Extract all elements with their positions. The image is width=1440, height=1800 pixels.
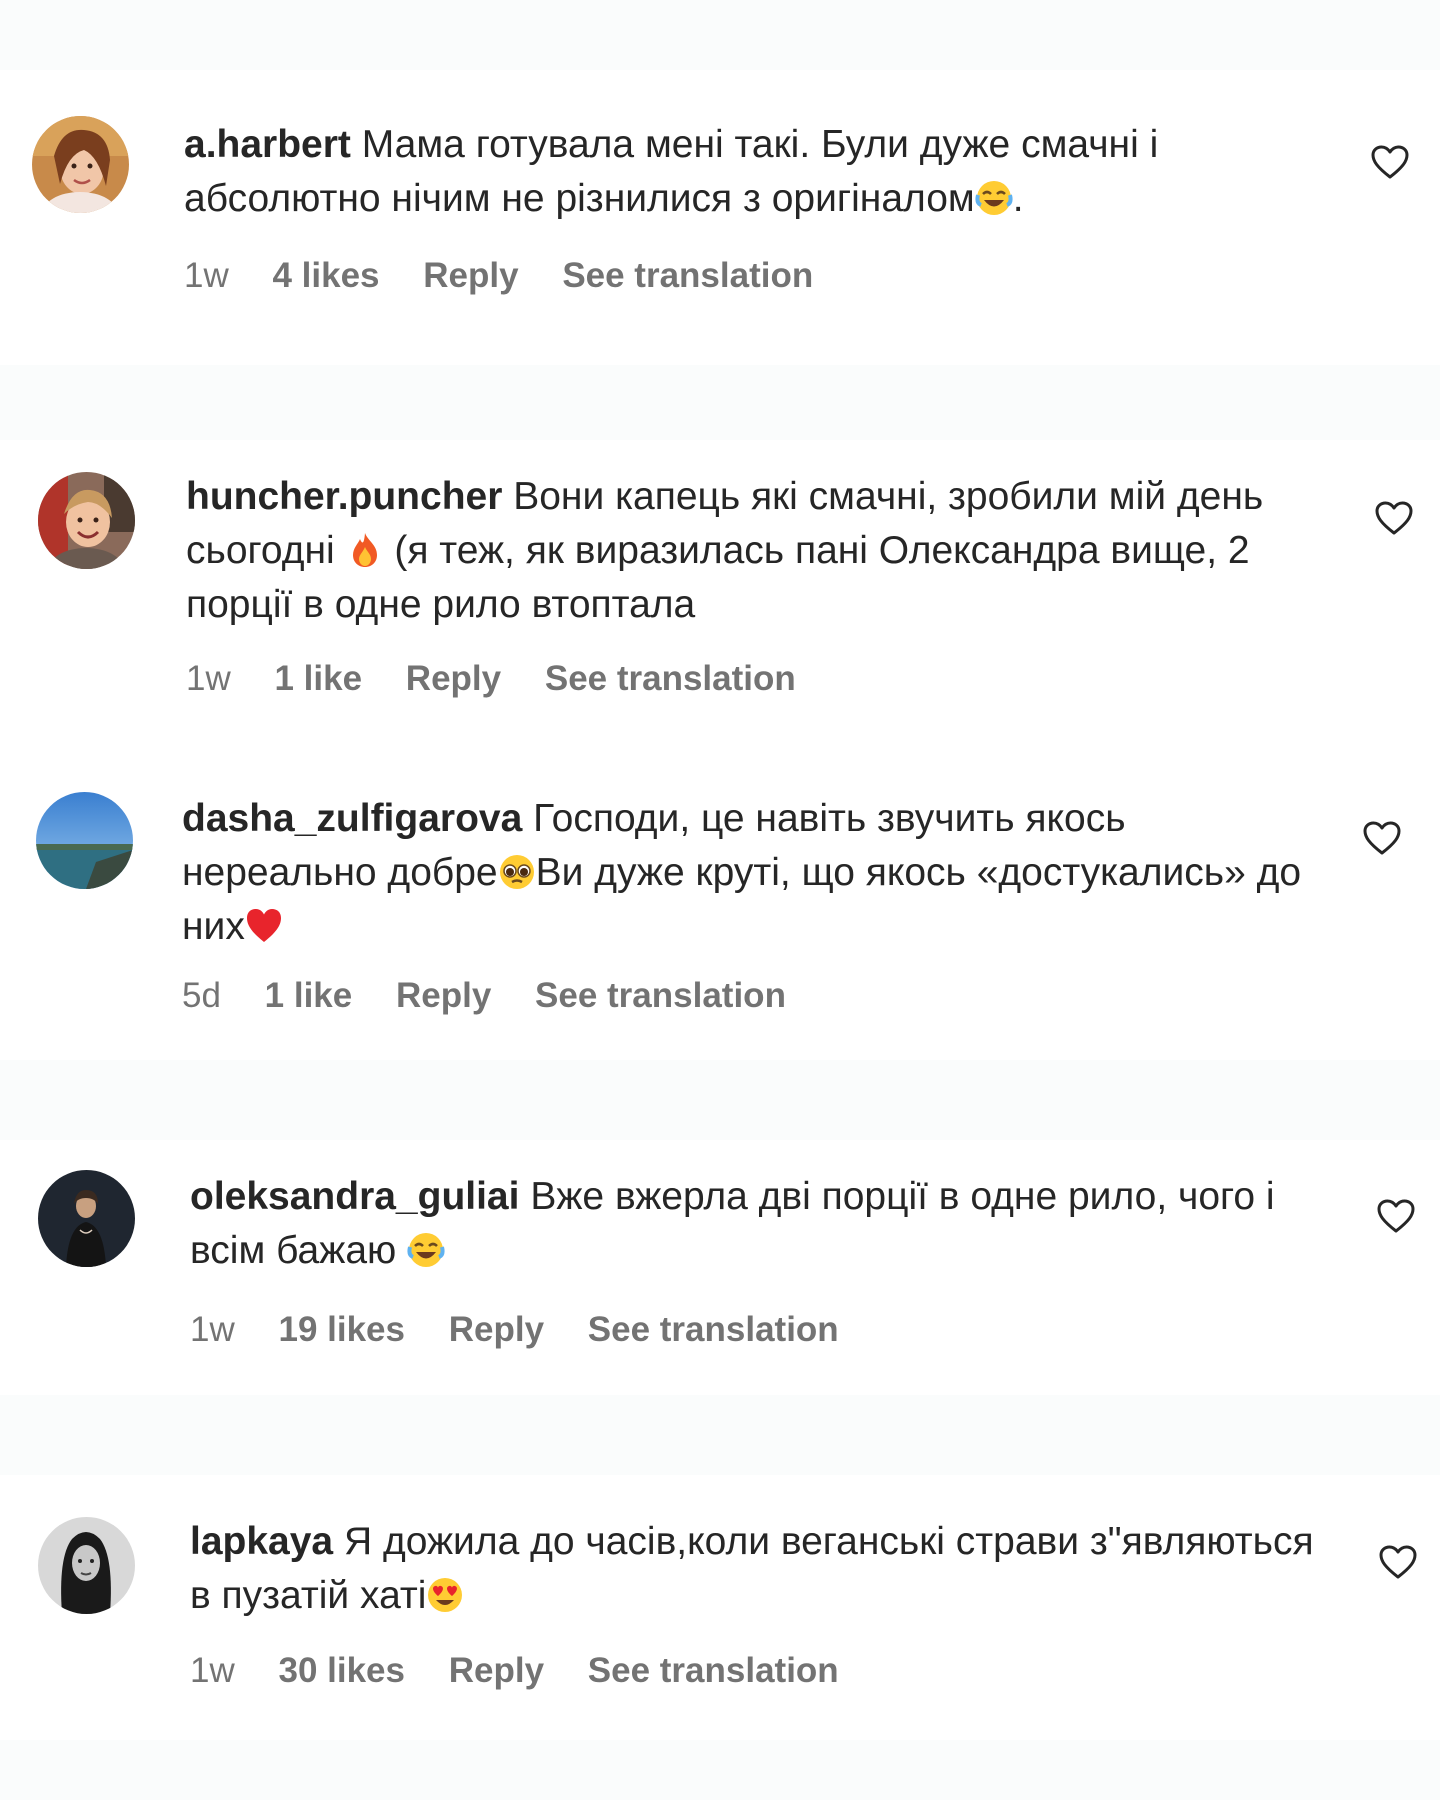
comment-meta: 1w 19 likes Reply See translation <box>190 1310 873 1350</box>
heart-icon[interactable] <box>1371 145 1409 179</box>
comment-meta: 5d 1 like Reply See translation <box>182 976 820 1016</box>
see-translation-button[interactable]: See translation <box>588 1310 839 1349</box>
comment-text: dasha_zulfigarova Господи, це навіть зву… <box>182 792 1312 954</box>
avatar[interactable] <box>36 792 133 889</box>
comment-meta: 1w 1 like Reply See translation <box>186 659 830 699</box>
comment-item: a.harbert Мама готувала мені такі. Були … <box>0 0 1440 365</box>
comment-username[interactable]: a.harbert <box>184 123 351 166</box>
reply-button[interactable]: Reply <box>449 1651 544 1690</box>
comment-username[interactable]: dasha_zulfigarova <box>182 797 522 840</box>
comment-item: oleksandra_guliai Вже вжерла дві порції … <box>0 1140 1440 1395</box>
avatar[interactable] <box>38 472 135 569</box>
fire-icon <box>346 531 384 569</box>
avatar[interactable] <box>38 1517 135 1614</box>
comment-likes[interactable]: 1 like <box>265 976 353 1015</box>
comment-username[interactable]: lapkaya <box>190 1520 333 1563</box>
heart-icon[interactable] <box>1379 1545 1417 1579</box>
reply-button[interactable]: Reply <box>423 256 518 295</box>
comment-text: huncher.puncher Вони капець які смачні, … <box>186 470 1316 632</box>
comment-meta: 1w 30 likes Reply See translation <box>190 1651 873 1691</box>
heart-icon[interactable] <box>1363 821 1401 855</box>
comment-username[interactable]: huncher.puncher <box>186 475 502 518</box>
comment-text: oleksandra_guliai Вже вжерла дві порції … <box>190 1170 1320 1278</box>
comment-likes[interactable]: 30 likes <box>278 1651 405 1690</box>
comment-timestamp[interactable]: 5d <box>182 976 221 1015</box>
pleading-face-icon <box>498 853 536 891</box>
comment-text: lapkaya Я дожила до часів,коли веганські… <box>190 1515 1320 1623</box>
face-with-tears-of-joy-icon <box>407 1231 445 1269</box>
see-translation-button[interactable]: See translation <box>588 1651 839 1690</box>
comment-timestamp[interactable]: 1w <box>190 1310 235 1349</box>
comment-body: Я дожила до часів,коли веганські страви … <box>190 1520 1314 1617</box>
comment-timestamp[interactable]: 1w <box>186 659 231 698</box>
comment-username[interactable]: oleksandra_guliai <box>190 1175 519 1218</box>
reply-button[interactable]: Reply <box>406 659 501 698</box>
comment-item: dasha_zulfigarova Господи, це навіть зву… <box>0 740 1440 1060</box>
comment-item: huncher.puncher Вони капець які смачні, … <box>0 440 1440 740</box>
comment-timestamp[interactable]: 1w <box>190 1651 235 1690</box>
reply-button[interactable]: Reply <box>449 1310 544 1349</box>
see-translation-button[interactable]: See translation <box>545 659 796 698</box>
comment-likes[interactable]: 4 likes <box>272 256 379 295</box>
reply-button[interactable]: Reply <box>396 976 491 1015</box>
comment-meta: 1w 4 likes Reply See translation <box>184 256 847 296</box>
comment-text: a.harbert Мама готувала мені такі. Були … <box>184 118 1314 226</box>
comment-body-end: . <box>1012 177 1024 220</box>
comment-item: lapkaya Я дожила до часів,коли веганські… <box>0 1475 1440 1740</box>
face-with-tears-of-joy-icon <box>975 179 1013 217</box>
see-translation-button[interactable]: See translation <box>562 256 813 295</box>
smiling-face-with-heart-eyes-icon <box>426 1576 464 1614</box>
red-heart-icon <box>245 907 283 945</box>
avatar[interactable] <box>32 116 129 213</box>
avatar[interactable] <box>38 1170 135 1267</box>
comment-likes[interactable]: 1 like <box>274 659 362 698</box>
comment-likes[interactable]: 19 likes <box>278 1310 405 1349</box>
see-translation-button[interactable]: See translation <box>535 976 786 1015</box>
heart-icon[interactable] <box>1375 501 1413 535</box>
heart-icon[interactable] <box>1377 1199 1415 1233</box>
comment-timestamp[interactable]: 1w <box>184 256 229 295</box>
